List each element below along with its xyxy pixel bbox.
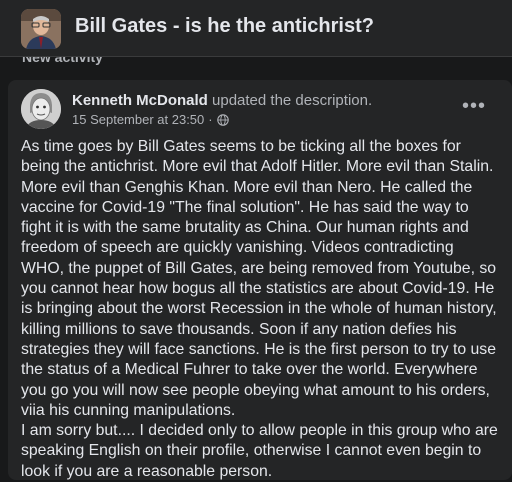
post-paragraph: As time goes by Bill Gates seems to be t… bbox=[21, 138, 497, 419]
post-paragraph: I am sorry but.... I decided only to all… bbox=[21, 422, 498, 480]
post-action-text: updated the description. bbox=[212, 92, 373, 109]
post-meta: 15 September at 23:50 · bbox=[72, 112, 229, 127]
post-header-line: Kenneth McDonald updated the description… bbox=[72, 92, 372, 109]
avatar[interactable] bbox=[21, 89, 61, 129]
group-title[interactable]: Bill Gates - is he the antichrist? bbox=[75, 15, 374, 38]
more-options-icon: ••• bbox=[461, 94, 486, 117]
post-body: As time goes by Bill Gates seems to be t… bbox=[21, 137, 499, 482]
group-avatar[interactable] bbox=[21, 9, 61, 49]
author-name[interactable]: Kenneth McDonald bbox=[72, 92, 208, 109]
group-photo-icon bbox=[21, 9, 61, 49]
meta-separator: · bbox=[208, 112, 213, 127]
post-card: Kenneth McDonald updated the description… bbox=[8, 80, 512, 480]
globe-icon[interactable] bbox=[216, 113, 229, 126]
group-header: Bill Gates - is he the antichrist? bbox=[0, 0, 512, 57]
more-options-button[interactable]: ••• bbox=[456, 92, 492, 120]
post-timestamp[interactable]: 15 September at 23:50 bbox=[72, 112, 204, 127]
profile-photo-icon bbox=[21, 89, 61, 129]
